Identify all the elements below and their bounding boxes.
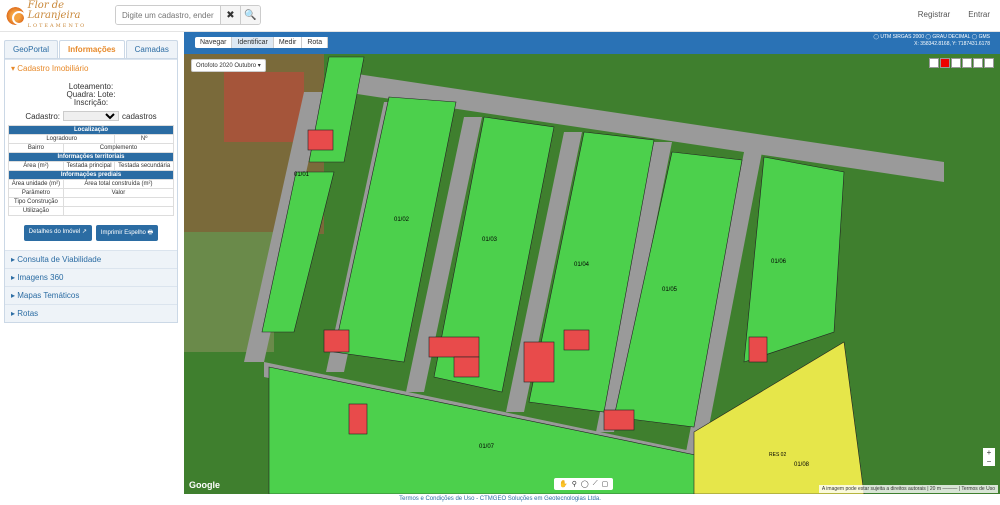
color-icon[interactable]: [940, 58, 950, 68]
zoom-control[interactable]: + −: [983, 448, 995, 466]
hand-icon[interactable]: ✋: [559, 480, 568, 488]
google-logo: Google: [189, 480, 220, 490]
menu-icon[interactable]: [984, 58, 994, 68]
block-label: 01/01: [294, 172, 310, 178]
login-link[interactable]: Entrar: [968, 10, 990, 19]
draw-tools[interactable]: ✋ ⚲ ◯ ⟋ ▢: [554, 478, 614, 490]
block-label: 01/08: [794, 462, 810, 468]
top-bar: Flor de LaranjeiraLOTEAMENTO ✖ 🔍 Registr…: [0, 0, 1000, 32]
map-view[interactable]: 01/01 01/02 01/03 01/04 01/05 01/06 01/0…: [184, 32, 1000, 494]
cadastro-select[interactable]: [63, 111, 119, 121]
trash-icon[interactable]: [973, 58, 983, 68]
block-label: 01/07: [479, 444, 495, 450]
accordion-cadastro[interactable]: ▾ Cadastro Imobiliário: [5, 59, 177, 77]
block-label: 01/02: [394, 217, 410, 223]
logo-text: Flor de Laranjeira LOTEAMENTO: [27, 0, 87, 30]
search-icon[interactable]: 🔍: [240, 6, 260, 24]
footer[interactable]: Termos e Condições de Uso - CTMGEO Soluç…: [0, 494, 1000, 505]
flower-logo-icon: [6, 5, 26, 27]
register-link[interactable]: Registrar: [918, 10, 950, 19]
chart-icon[interactable]: [929, 58, 939, 68]
accordion-rotas[interactable]: ▸ Rotas: [5, 304, 177, 322]
identificar-button[interactable]: Identificar: [232, 37, 274, 48]
clear-icon[interactable]: ✖: [220, 6, 240, 24]
zoom-icon[interactable]: [951, 58, 961, 68]
line-icon[interactable]: ⟋: [593, 480, 598, 488]
ortophoto-map[interactable]: [184, 32, 1000, 494]
square-icon[interactable]: ▢: [602, 480, 609, 488]
tab-geoportal[interactable]: GeoPortal: [4, 40, 59, 58]
inscricao-label: Inscrição:: [73, 98, 109, 107]
accordion-viabilidade[interactable]: ▸ Consulta de Viabilidade: [5, 250, 177, 268]
pin-icon[interactable]: ⚲: [572, 480, 577, 488]
accordion-mapas[interactable]: ▸ Mapas Temáticos: [5, 286, 177, 304]
search-box: ✖ 🔍: [115, 5, 261, 25]
block-label: 01/06: [771, 259, 787, 265]
logo[interactable]: Flor de Laranjeira LOTEAMENTO: [6, 0, 106, 30]
rota-button[interactable]: Rota: [302, 37, 329, 48]
cadastro-label: Cadastro:: [25, 111, 60, 121]
medir-button[interactable]: Medir: [274, 37, 303, 48]
info-table: Localização Logradouro Nº Bairro Complemen…: [7, 125, 175, 216]
print-icon[interactable]: [962, 58, 972, 68]
block-label: 01/05: [662, 287, 678, 293]
search-input[interactable]: [116, 6, 220, 24]
circle-icon[interactable]: ◯: [581, 480, 589, 488]
print-button[interactable]: Imprimir Espelho 🖶: [95, 225, 159, 241]
tab-camadas[interactable]: Camadas: [125, 40, 178, 58]
cadastros-label: cadastros: [122, 111, 157, 121]
res-label: RES 02: [769, 452, 787, 458]
tab-informacoes[interactable]: Informações: [59, 40, 125, 58]
layer-select[interactable]: Ortofoto 2020 Outubro ▾: [191, 59, 266, 72]
block-label: 01/04: [574, 262, 590, 268]
side-panel: GeoPortal Informações Camadas ▾ Cadastro…: [0, 32, 182, 494]
block-label: 01/03: [482, 237, 498, 243]
map-attribution: A imagem pode estar sujeita a direitos a…: [818, 485, 998, 493]
navegar-button[interactable]: Navegar: [195, 37, 233, 48]
details-button[interactable]: Detalhes do Imóvel ↗: [23, 225, 92, 241]
projection-options[interactable]: ◯ UTM SIRGAS 2000 ◯ GRAU DECIMAL ◯ GMS X:…: [873, 34, 990, 48]
accordion-imagens[interactable]: ▸ Imagens 360: [5, 268, 177, 286]
